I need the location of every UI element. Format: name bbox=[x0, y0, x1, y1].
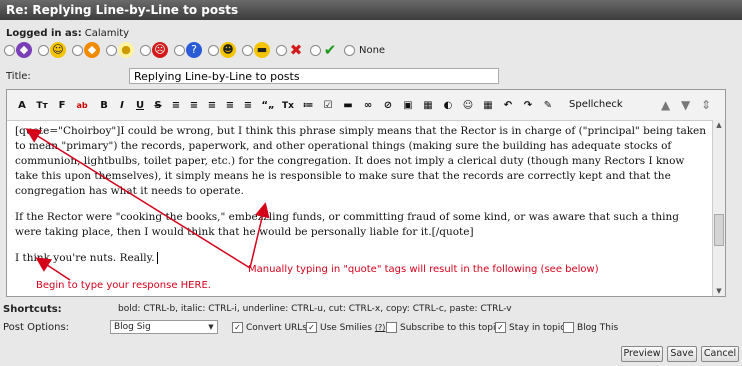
use-smilies-option[interactable]: ✓ Use Smilies (?) bbox=[306, 322, 385, 333]
text-cursor bbox=[156, 252, 158, 264]
align-left-icon[interactable]: ≡ bbox=[169, 99, 183, 113]
redo-icon[interactable]: ↷ bbox=[521, 99, 535, 113]
editor-toolbar: A Tт F ab B I U S ≡ ≡ ≡ ≡ ≡ “„ Tx ≔ ☑ ▬ … bbox=[7, 90, 725, 121]
angry-icon[interactable]: ☹ bbox=[152, 42, 168, 58]
use-smilies-checkbox[interactable]: ✓ bbox=[306, 322, 317, 333]
font-color-icon[interactable]: ab bbox=[75, 99, 89, 113]
shortcuts-text: bold: CTRL-b, italic: CTRL-i, underline:… bbox=[118, 304, 512, 314]
use-smilies-label: Use Smilies bbox=[320, 322, 372, 333]
editor-content[interactable]: [quote="Choirboy"]I could be wrong, but … bbox=[15, 124, 707, 277]
cancel-button[interactable]: Cancel bbox=[701, 346, 739, 362]
bulleted-list-icon[interactable]: ☑ bbox=[321, 99, 335, 113]
post-icon-radio[interactable] bbox=[208, 44, 219, 56]
media-icon[interactable]: ▦ bbox=[421, 99, 435, 113]
post-icon-radio[interactable] bbox=[174, 44, 185, 56]
editor-response-text: I think you're nuts. Really. bbox=[15, 252, 155, 264]
green-check-icon[interactable]: ✔ bbox=[322, 42, 338, 58]
resize-icon[interactable]: ⇕ bbox=[701, 98, 711, 112]
post-icon-radio[interactable] bbox=[276, 44, 287, 56]
convert-urls-checkbox[interactable]: ✓ bbox=[232, 322, 243, 333]
unlink-icon[interactable]: ⊘ bbox=[381, 99, 395, 113]
smiley-icon[interactable]: ☺ bbox=[50, 42, 66, 58]
post-icon-radio[interactable] bbox=[106, 44, 117, 56]
editor-scrollbar[interactable]: ▲ ▼ bbox=[712, 120, 725, 296]
blog-this-checkbox[interactable] bbox=[563, 322, 574, 333]
post-icon-radio[interactable] bbox=[310, 44, 321, 56]
grin-icon[interactable]: ☻ bbox=[220, 42, 236, 58]
logged-in-label: Logged in as: bbox=[6, 28, 82, 39]
strikethrough-icon[interactable]: S bbox=[151, 99, 165, 113]
save-button[interactable]: Save bbox=[667, 346, 697, 362]
title-input[interactable] bbox=[129, 68, 499, 84]
edit-source-icon[interactable]: ✎ bbox=[541, 99, 555, 113]
post-icon-selector: ◆ ☺ ◆ ● ☹ ? ☻ ▬ ✖ ✔ None bbox=[4, 42, 385, 58]
stay-in-topic-label: Stay in topic bbox=[509, 322, 566, 333]
post-icon-radio[interactable] bbox=[4, 44, 15, 56]
post-options-label: Post Options: bbox=[3, 322, 70, 333]
convert-urls-label: Convert URLs bbox=[246, 322, 307, 333]
smiley-picker-icon[interactable]: ☺ bbox=[461, 99, 475, 113]
scroll-up-icon[interactable]: ▲ bbox=[713, 120, 725, 130]
indent-icon[interactable]: ≡ bbox=[241, 99, 255, 113]
align-right-icon[interactable]: ≡ bbox=[205, 99, 219, 113]
quote-icon[interactable]: “„ bbox=[261, 99, 275, 113]
signature-select[interactable]: Blog Sig ▼ bbox=[110, 320, 218, 334]
image-icon[interactable]: ▣ bbox=[401, 99, 415, 113]
undo-icon[interactable]: ↶ bbox=[501, 99, 515, 113]
post-icon-none-radio[interactable] bbox=[344, 44, 355, 56]
logged-in-user: Calamity bbox=[84, 28, 130, 39]
align-center-icon[interactable]: ≡ bbox=[187, 99, 201, 113]
stay-in-topic-option[interactable]: ✓ Stay in topic bbox=[495, 322, 565, 333]
post-icon-none-label: None bbox=[359, 44, 386, 56]
subscribe-label: Subscribe to this topic bbox=[400, 322, 501, 333]
font-family-icon[interactable]: F bbox=[55, 99, 69, 113]
post-icon-radio[interactable] bbox=[242, 44, 253, 56]
table-icon[interactable]: ▦ bbox=[481, 99, 495, 113]
scroll-thumb[interactable] bbox=[714, 214, 724, 246]
editor-paragraph: If the Rector were "cooking the books," … bbox=[15, 211, 680, 238]
title-label: Title: bbox=[6, 71, 31, 82]
align-justify-icon[interactable]: ≡ bbox=[223, 99, 237, 113]
logged-in-status: Logged in as: Calamity bbox=[6, 28, 129, 39]
editor-paragraph: [quote="Choirboy"]I could be wrong, but … bbox=[15, 125, 707, 197]
bold-icon[interactable]: B bbox=[97, 99, 111, 113]
convert-urls-option[interactable]: ✓ Convert URLs bbox=[232, 322, 307, 333]
cool-icon[interactable]: ▬ bbox=[254, 42, 270, 58]
scroll-down-icon[interactable]: ▼ bbox=[713, 286, 725, 296]
orange-shield-icon[interactable]: ◆ bbox=[84, 42, 100, 58]
signature-select-value: Blog Sig bbox=[114, 322, 151, 332]
blue-shield-icon[interactable]: ? bbox=[186, 42, 202, 58]
underline-icon[interactable]: U bbox=[133, 99, 147, 113]
expand-down-icon[interactable]: ▼ bbox=[681, 98, 690, 112]
post-icon-radio[interactable] bbox=[38, 44, 49, 56]
quote-tags-annotation: Manually typing in "quote" tags will res… bbox=[248, 264, 599, 275]
spellcheck-button[interactable]: Spellcheck bbox=[569, 99, 623, 110]
shortcuts-label: Shortcuts: bbox=[3, 304, 62, 315]
blog-this-label: Blog This bbox=[577, 322, 619, 333]
clear-format-icon[interactable]: Tx bbox=[281, 99, 295, 113]
stay-in-topic-checkbox[interactable]: ✓ bbox=[495, 322, 506, 333]
window-title: Re: Replying Line-by-Line to posts bbox=[0, 0, 742, 20]
numbered-list-icon[interactable]: ≔ bbox=[301, 99, 315, 113]
text-size-icon[interactable]: Tт bbox=[35, 99, 49, 113]
post-icon-radio[interactable] bbox=[140, 44, 151, 56]
purple-shield-icon[interactable]: ◆ bbox=[16, 42, 32, 58]
spoiler-icon[interactable]: ◐ bbox=[441, 99, 455, 113]
smilies-help-link[interactable]: (?) bbox=[375, 323, 386, 332]
italic-icon[interactable]: I bbox=[115, 99, 129, 113]
horizontal-rule-icon[interactable]: ▬ bbox=[341, 99, 355, 113]
chevron-down-icon[interactable]: ▼ bbox=[206, 322, 216, 332]
blog-this-option[interactable]: Blog This bbox=[563, 322, 618, 333]
post-icon-radio[interactable] bbox=[72, 44, 83, 56]
lightbulb-icon[interactable]: ● bbox=[118, 42, 134, 58]
expand-up-icon[interactable]: ▲ bbox=[661, 98, 670, 112]
subscribe-option[interactable]: Subscribe to this topic bbox=[386, 322, 500, 333]
preview-button[interactable]: Preview bbox=[621, 346, 663, 362]
response-annotation: Begin to type your response HERE. bbox=[36, 280, 211, 291]
link-icon[interactable]: ∞ bbox=[361, 99, 375, 113]
font-size-icon[interactable]: A bbox=[15, 99, 29, 113]
red-x-icon[interactable]: ✖ bbox=[288, 42, 304, 58]
subscribe-checkbox[interactable] bbox=[386, 322, 397, 333]
